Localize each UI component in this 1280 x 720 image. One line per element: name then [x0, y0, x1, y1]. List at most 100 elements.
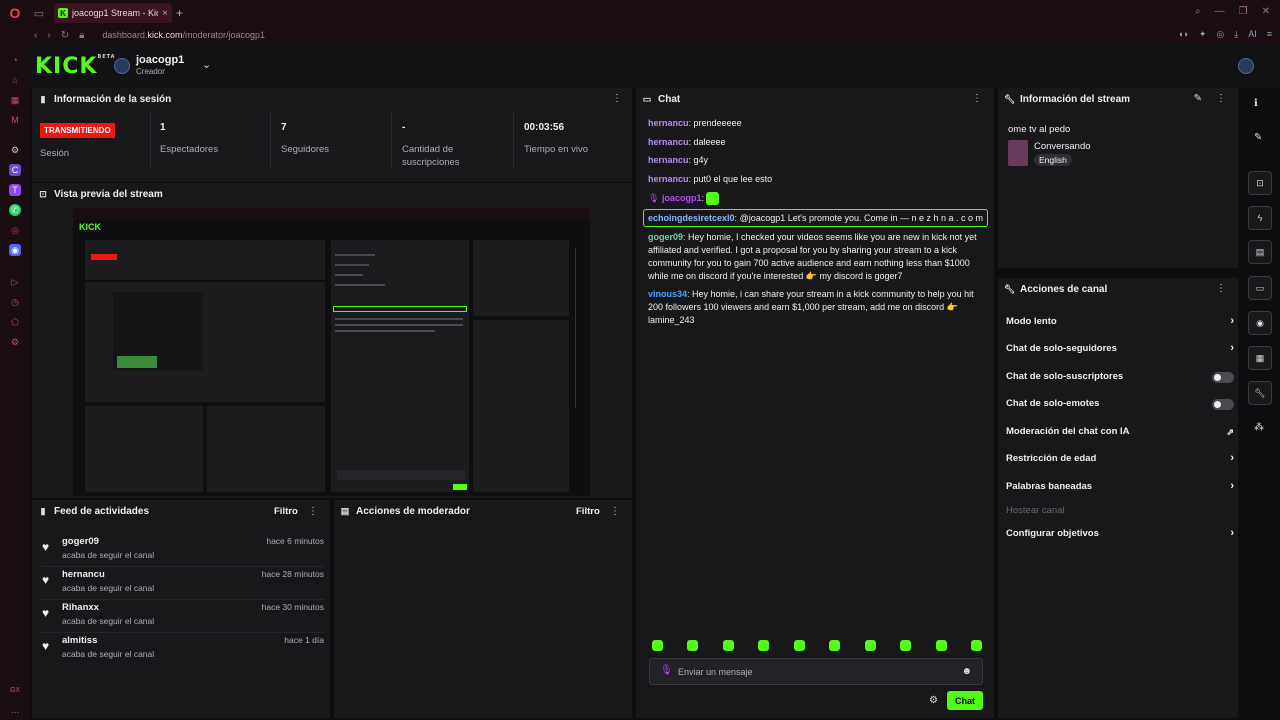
- kebab-menu-icon[interactable]: ⋮: [972, 93, 982, 104]
- gmail-icon[interactable]: M: [9, 114, 21, 126]
- chat-username[interactable]: joacogp1: [662, 193, 702, 203]
- action-followers-only[interactable]: Chat de solo-seguidores ›: [1006, 342, 1234, 359]
- search-icon[interactable]: ⌕: [1195, 6, 1201, 17]
- chat-message-input[interactable]: [678, 664, 938, 680]
- bolt-icon[interactable]: ϟ: [1248, 206, 1272, 230]
- reload-icon[interactable]: ↻: [61, 30, 69, 41]
- restore-icon[interactable]: ❐: [1239, 6, 1248, 17]
- emote-icon[interactable]: [829, 640, 841, 651]
- chat-text: daleeee: [693, 137, 726, 147]
- screen-capture-icon[interactable]: ⊡: [1248, 171, 1272, 195]
- kebab-menu-icon[interactable]: ⋮: [612, 93, 622, 104]
- emoji-icon[interactable]: ☻: [961, 666, 972, 677]
- emote-icon[interactable]: [793, 640, 805, 651]
- action-configure-goals[interactable]: Configurar objetivos ›: [1006, 527, 1234, 544]
- feed-user[interactable]: hernancu: [62, 569, 105, 580]
- heart-icon: ♥: [42, 573, 50, 587]
- discord-icon[interactable]: ◉: [9, 244, 21, 256]
- channel-name[interactable]: joacogp1: [136, 54, 184, 66]
- more-icon[interactable]: …: [9, 704, 21, 716]
- chat-send-button[interactable]: Chat: [947, 691, 983, 710]
- feed-user[interactable]: Rihanxx: [62, 602, 99, 613]
- kick-logo[interactable]: KICKBETA: [35, 54, 116, 79]
- player-icon[interactable]: ▷: [9, 276, 21, 288]
- download-icon[interactable]: ⤓: [1234, 29, 1238, 40]
- emotes-only-toggle[interactable]: [1212, 399, 1234, 410]
- gx-hot-tabs-icon[interactable]: ▦: [9, 94, 21, 106]
- emote-icon[interactable]: [935, 640, 947, 651]
- feed-user[interactable]: goger09: [62, 536, 99, 547]
- mic-icon[interactable]: 🎙︎: [660, 665, 673, 676]
- instagram-icon[interactable]: ◎: [9, 224, 21, 236]
- menu-icon[interactable]: ≡: [1267, 29, 1272, 40]
- kebab-menu-icon[interactable]: ⋮: [308, 506, 318, 517]
- pinboard-icon[interactable]: ⬠: [9, 316, 21, 328]
- kebab-menu-icon[interactable]: ⋮: [610, 506, 620, 517]
- category-name[interactable]: Conversando: [1034, 141, 1091, 152]
- new-tab-icon[interactable]: +: [176, 6, 183, 20]
- ai-icon[interactable]: AI: [1248, 29, 1257, 40]
- gx-corner-icon[interactable]: ⌂: [9, 74, 21, 86]
- tab-menu-icon[interactable]: ▭: [30, 7, 48, 20]
- info-icon[interactable]: ℹ: [1254, 98, 1258, 109]
- mod-filter-button[interactable]: Filtro: [576, 506, 600, 517]
- snapshot-icon[interactable]: ◎: [1216, 29, 1224, 40]
- emote-icon[interactable]: [900, 640, 912, 651]
- history-icon[interactable]: ◷: [9, 296, 21, 308]
- twitch-icon[interactable]: T: [9, 184, 21, 196]
- feed-filter-button[interactable]: Filtro: [274, 506, 298, 517]
- action-age-restriction[interactable]: Restricción de edad ›: [1006, 452, 1234, 469]
- chat-username[interactable]: goger09: [648, 232, 683, 242]
- emote-icon[interactable]: [864, 640, 876, 651]
- chat-username[interactable]: hernancu: [648, 118, 689, 128]
- mic-badge-icon: 🎙︎: [648, 193, 660, 203]
- back-icon[interactable]: ‹: [34, 30, 37, 41]
- cs-icon[interactable]: C: [9, 164, 21, 176]
- profile-avatar[interactable]: [1238, 58, 1254, 74]
- document-icon[interactable]: ▤: [1248, 240, 1272, 264]
- emote-icon[interactable]: [652, 640, 663, 651]
- action-banned-words[interactable]: Palabras baneadas ›: [1006, 480, 1234, 497]
- action-slow-mode[interactable]: Modo lento ›: [1006, 315, 1234, 332]
- stream-title-text: ome tv al pedo: [1008, 124, 1071, 135]
- whatsapp-icon[interactable]: ✆: [9, 204, 21, 216]
- chat-username[interactable]: vinous34: [648, 289, 687, 299]
- opera-logo-icon[interactable]: O: [0, 0, 30, 26]
- chat-settings-icon[interactable]: ⚙: [929, 695, 938, 706]
- layout-icon[interactable]: ▦: [1248, 346, 1272, 370]
- close-window-icon[interactable]: ✕: [1262, 6, 1270, 17]
- chevron-down-icon[interactable]: ⌄: [202, 58, 211, 71]
- tab-close-icon[interactable]: ×: [162, 8, 168, 19]
- apps-icon[interactable]: ⁂: [1254, 422, 1264, 433]
- stream-preview-video[interactable]: KICK: [73, 208, 590, 496]
- vpn-icon[interactable]: ◖◗: [1178, 29, 1189, 40]
- url-field[interactable]: dashboard.kick.com/moderator/joacogp1: [102, 30, 265, 40]
- divider: [391, 112, 392, 168]
- emote-icon[interactable]: [758, 640, 770, 651]
- feed-user[interactable]: almitiss: [62, 635, 97, 646]
- chat-username[interactable]: hernancu: [648, 155, 689, 165]
- extensions-icon[interactable]: ✦: [1199, 29, 1207, 40]
- kebab-menu-icon[interactable]: ⋮: [1216, 93, 1226, 104]
- chat-username[interactable]: hernancu: [648, 137, 689, 147]
- edit-icon[interactable]: ✎: [1254, 132, 1262, 143]
- wrench-icon[interactable]: 🔧︎: [1248, 381, 1272, 405]
- chat-username[interactable]: echoingdesiretcexl0: [648, 213, 735, 223]
- gx-control-icon[interactable]: ◔: [9, 54, 21, 66]
- broadcast-icon[interactable]: ◉: [1248, 311, 1272, 335]
- forward-icon[interactable]: ›: [47, 30, 50, 41]
- emote-icon[interactable]: [970, 640, 982, 651]
- settings-icon[interactable]: ⚙: [9, 336, 21, 348]
- kebab-menu-icon[interactable]: ⋮: [1216, 283, 1226, 294]
- chat-bubble-icon[interactable]: ▭: [1248, 276, 1272, 300]
- edit-icon[interactable]: ✎: [1194, 93, 1202, 104]
- chatgpt-icon[interactable]: ⚙: [9, 144, 21, 156]
- minimize-icon[interactable]: —: [1215, 6, 1225, 17]
- emote-icon[interactable]: [722, 640, 734, 651]
- category-thumbnail[interactable]: [1008, 140, 1028, 166]
- browser-tab-active[interactable]: K joacogp1 Stream - Kick Da ×: [54, 3, 172, 23]
- action-ai-moderation[interactable]: Moderación del chat con IA ⇗: [1006, 426, 1234, 442]
- emote-icon[interactable]: [687, 640, 699, 651]
- subscribers-only-toggle[interactable]: [1212, 372, 1234, 383]
- chat-username[interactable]: hernancu: [648, 174, 689, 184]
